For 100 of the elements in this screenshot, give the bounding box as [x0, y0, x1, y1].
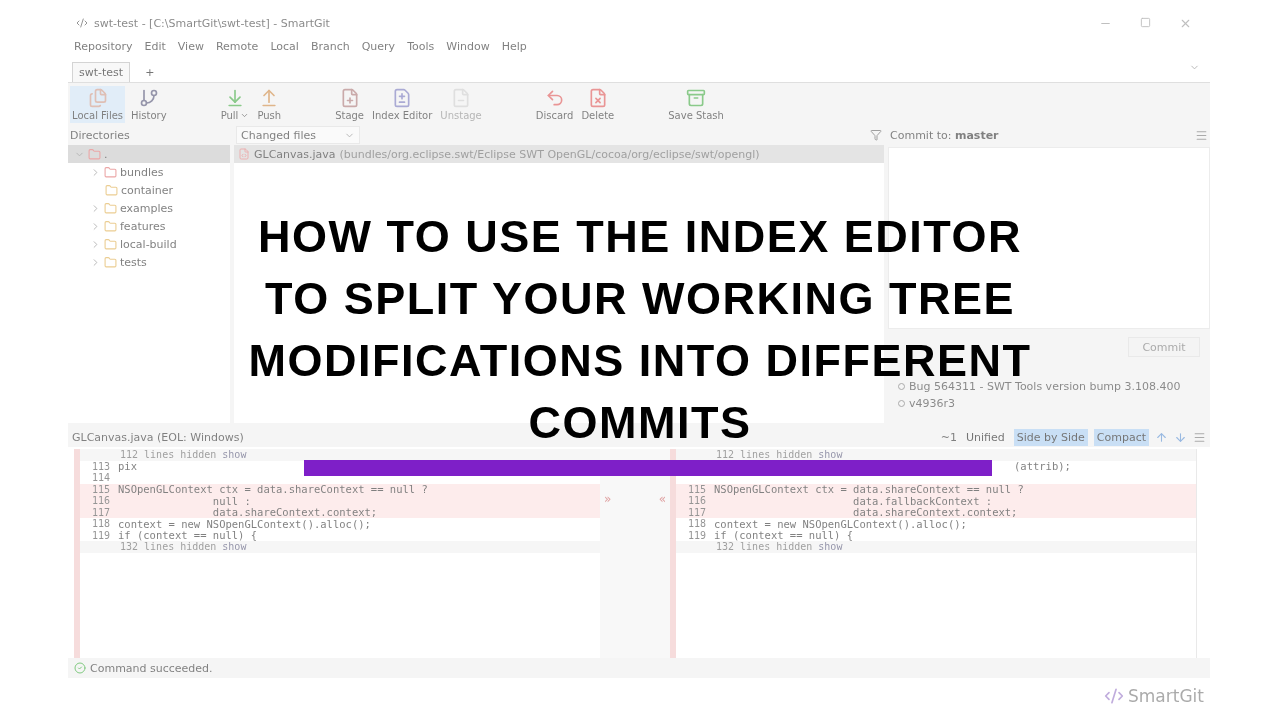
logo-text: SmartGit: [1128, 686, 1204, 706]
directory-item[interactable]: features: [68, 217, 230, 235]
folder-icon: [105, 183, 118, 197]
toolbar-button[interactable]: Delete: [579, 85, 617, 123]
menu-icon[interactable]: [1195, 128, 1208, 142]
menu-item[interactable]: Edit: [144, 39, 166, 53]
files-icon: [87, 87, 108, 108]
folder-icon: [104, 201, 117, 215]
maximize-icon[interactable]: [1140, 16, 1151, 28]
title-line: MODIFICATIONS INTO DIFFERENT: [248, 340, 1032, 382]
file-diff-icon: [392, 87, 413, 108]
code-line: pix: [118, 460, 137, 473]
toolbar-button[interactable]: History: [129, 85, 169, 123]
logo-icon: [1104, 686, 1124, 706]
menu-item[interactable]: Repository: [74, 39, 133, 53]
show-link[interactable]: show: [222, 449, 247, 461]
menu-item[interactable]: Help: [501, 39, 527, 53]
file-row[interactable]: GLCanvas.java (bundles/org.eclipse.swt/Eclipse SWT OpenGL/cocoa/org/eclipse/swt/opengl): [234, 145, 884, 163]
commit-message: v4936r3: [909, 397, 956, 410]
line-number: 115: [90, 483, 111, 495]
download-icon: [225, 87, 245, 108]
diff-file-title: GLCanvas.java (EOL: Windows): [72, 430, 244, 444]
toolbar-button[interactable]: Push: [255, 85, 284, 123]
take-left-arrow[interactable]: «: [658, 492, 666, 506]
folder-icon: [104, 237, 117, 251]
view-dropdown[interactable]: Changed files: [236, 126, 360, 144]
previous-change-icon[interactable]: [1155, 430, 1168, 444]
directory-item[interactable]: local-build: [68, 235, 230, 253]
code-line: data.shareContext.context;: [852, 506, 1018, 519]
commit-message: Bug 564311 - SWT Tools version bump 3.108.400: [909, 380, 1181, 393]
line-number: 119: [90, 529, 111, 541]
title-line: TO SPLIT YOUR WORKING TREE: [265, 278, 1015, 320]
archive-icon: [686, 87, 707, 108]
change-count: ~1: [940, 430, 957, 444]
panel-title: Directories: [70, 128, 130, 142]
line-number: 118: [686, 518, 707, 530]
show-link[interactable]: show: [222, 541, 247, 553]
app-icon: [76, 17, 88, 29]
filter-icon[interactable]: [870, 129, 882, 141]
toolbar-button[interactable]: Stage: [333, 85, 367, 123]
undo-icon: [544, 87, 565, 108]
line-number: 117: [686, 506, 707, 518]
code-line: NSOpenGLContext ctx = data.shareContext == null ?: [118, 483, 428, 496]
line-number: 119: [686, 529, 707, 541]
line-number: 114: [90, 472, 111, 484]
next-change-icon[interactable]: [1174, 430, 1187, 444]
fold-text: 132 lines hidden: [120, 541, 217, 553]
code-line: data.fallbackContext :: [852, 494, 993, 507]
toolbar-button[interactable]: Index Editor: [370, 85, 435, 123]
folder-icon: [104, 255, 117, 269]
line-number: 118: [90, 518, 111, 530]
menu-item[interactable]: Tools: [407, 39, 435, 53]
code-line: data.shareContext.context;: [211, 506, 378, 519]
fold-text: 112 lines hidden: [716, 449, 813, 461]
code-line: null :: [212, 494, 251, 507]
code-line: if (context == null) {: [714, 529, 854, 542]
file-icon: [238, 148, 250, 160]
toolbar-button[interactable]: Save Stash: [666, 85, 726, 123]
folder-icon: [104, 219, 117, 233]
menu-item[interactable]: Branch: [310, 39, 350, 53]
line-number: 113: [90, 460, 111, 472]
menu-item[interactable]: Remote: [215, 39, 259, 53]
file-name: GLCanvas.java: [254, 147, 336, 161]
take-right-arrow[interactable]: »: [604, 492, 612, 506]
view-mode-toggle[interactable]: Unified: [962, 428, 1008, 446]
title-line: HOW TO USE THE INDEX EDITOR: [258, 216, 1022, 258]
code-line: context = new NSOpenGLContext().alloc();: [714, 517, 967, 530]
success-icon: [74, 662, 86, 674]
code-line: NSOpenGLContext ctx = data.shareContext == null ?: [714, 483, 1024, 496]
fold-text: 112 lines hidden: [120, 449, 217, 461]
line-number: 116: [90, 495, 111, 507]
code-line: context = new NSOpenGLContext().alloc();: [118, 517, 371, 530]
code-line: (attrib);: [1013, 460, 1071, 473]
window-title: swt-test - [C:\SmartGit\swt-test] - SmartGit: [94, 16, 331, 30]
menu-item[interactable]: View: [177, 39, 204, 53]
repository-tab[interactable]: +: [138, 62, 162, 82]
fold-text: 132 lines hidden: [716, 541, 813, 553]
directory-item[interactable]: tests: [68, 253, 230, 271]
directory-item[interactable]: .: [68, 145, 230, 163]
directory-item[interactable]: examples: [68, 199, 230, 217]
show-link[interactable]: show: [818, 449, 843, 461]
view-mode-toggle[interactable]: Side by Side: [1013, 428, 1088, 446]
show-link[interactable]: show: [818, 541, 843, 553]
menu-icon[interactable]: [1193, 430, 1206, 444]
compact-toggle[interactable]: Compact: [1093, 428, 1149, 446]
title-line: COMMITS: [528, 402, 752, 444]
menu-item[interactable]: Window: [446, 39, 490, 53]
status-text: Command succeeded.: [90, 661, 213, 675]
toolbar-button[interactable]: Discard: [533, 85, 576, 123]
menu-item[interactable]: Local: [270, 39, 299, 53]
folder-icon: [104, 165, 117, 179]
repository-tab[interactable]: swt-test: [72, 62, 131, 82]
folder-icon: [88, 147, 101, 161]
toolbar-button[interactable]: Local Files: [70, 85, 126, 123]
file-path: (bundles/org.eclipse.swt/Eclipse SWT OpenGL/cocoa/org/eclipse/swt/opengl): [339, 147, 760, 161]
directory-item[interactable]: container: [68, 181, 230, 199]
toolbar-button[interactable]: Pull: [218, 85, 252, 123]
directory-item[interactable]: bundles: [68, 163, 230, 181]
menu-item[interactable]: Query: [361, 39, 396, 53]
line-number: 117: [90, 506, 111, 518]
